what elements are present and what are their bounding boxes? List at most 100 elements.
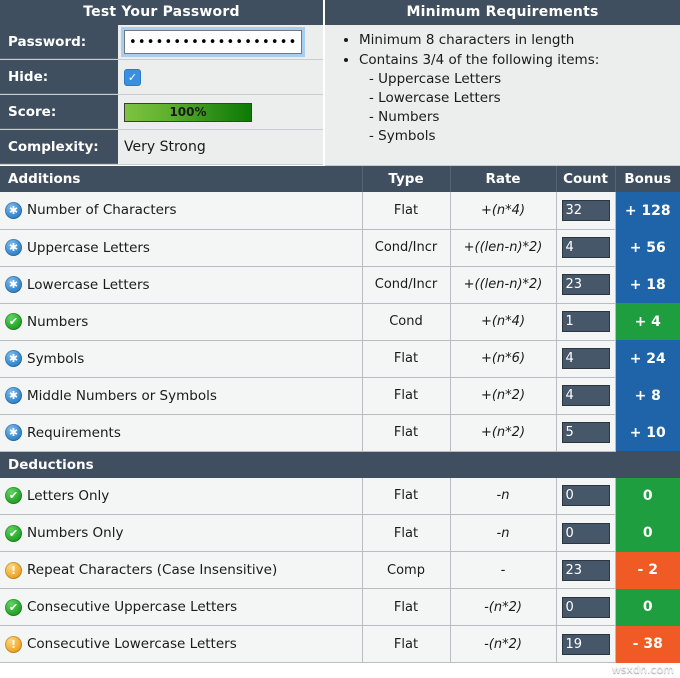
score-progress-bar: 100% (124, 103, 252, 122)
row-bonus: + 56 (615, 229, 680, 266)
row-label: Numbers Only (27, 515, 362, 552)
minimum-requirements-title: Minimum Requirements (325, 0, 680, 25)
row-label: Consecutive Lowercase Letters (27, 626, 362, 663)
row-rate: -(n*2) (450, 626, 556, 663)
password-input[interactable] (124, 30, 302, 54)
star-icon: ✱ (5, 350, 22, 367)
table-body: Additions Type Rate Count Bonus ✱ Number … (0, 166, 680, 663)
row-count-input[interactable] (562, 385, 610, 406)
row-status-cell: ✱ (0, 192, 27, 229)
test-password-title: Test Your Password (0, 0, 323, 25)
row-bonus: + 10 (615, 414, 680, 451)
requirement-item-label: Contains 3/4 of the following items: (359, 52, 599, 68)
additions-header-row: Additions Type Rate Count Bonus (0, 166, 680, 192)
row-count-cell (556, 192, 615, 229)
row-count-input[interactable] (562, 237, 610, 258)
hide-row: Hide: ✓ (0, 60, 323, 95)
row-type: Flat (362, 478, 450, 515)
check-icon-glyph: ✔ (5, 525, 22, 542)
score-value-cell: 100% (118, 95, 323, 129)
row-label: Symbols (27, 340, 362, 377)
row-count-input[interactable] (562, 597, 610, 618)
star-icon: ✱ (5, 276, 22, 293)
row-count-input[interactable] (562, 311, 610, 332)
row-rate-formula: +((len-n)*2) (464, 240, 543, 255)
row-rate: -(n*2) (450, 589, 556, 626)
row-bonus: 0 (615, 515, 680, 552)
check-icon-glyph: ✔ (5, 599, 22, 616)
check-icon: ✔ (5, 599, 22, 616)
table-row: ✱RequirementsFlat+(n*2)+ 10 (0, 414, 680, 451)
password-value-cell (118, 25, 323, 59)
row-label: Requirements (27, 414, 362, 451)
row-count-cell (556, 266, 615, 303)
row-bonus: + 8 (615, 377, 680, 414)
password-meter-app: Test Your Password Password: Hide: ✓ (0, 0, 680, 678)
check-icon: ✔ (5, 487, 22, 504)
row-rate-formula: -n (497, 526, 510, 541)
row-rate-formula: - (501, 563, 506, 578)
row-count-input[interactable] (562, 523, 610, 544)
row-label: Letters Only (27, 478, 362, 515)
star-icon: ✱ (5, 424, 22, 441)
row-type: Comp (362, 552, 450, 589)
row-rate: +((len-n)*2) (450, 229, 556, 266)
row-count-input[interactable] (562, 274, 610, 295)
row-bonus: - 38 (615, 626, 680, 663)
row-label: Uppercase Letters (27, 229, 362, 266)
row-count-input[interactable] (562, 634, 610, 655)
star-icon: ✱ (5, 202, 22, 219)
password-label: Password: (0, 25, 118, 59)
row-status-cell: ✱ (0, 377, 27, 414)
row-count-input[interactable] (562, 348, 610, 369)
row-label: Number of Characters (27, 192, 362, 229)
row-rate: -n (450, 478, 556, 515)
requirement-sub-item: - Numbers (369, 108, 680, 127)
row-status-cell: ✔ (0, 589, 27, 626)
row-count-cell (556, 229, 615, 266)
row-rate-formula: -n (497, 488, 510, 503)
row-count-input[interactable] (562, 560, 610, 581)
hide-value-cell: ✓ (118, 60, 323, 94)
row-count-input[interactable] (562, 422, 610, 443)
row-type: Cond (362, 303, 450, 340)
complexity-row: Complexity: Very Strong (0, 130, 323, 165)
table-row: !Repeat Characters (Case Insensitive)Com… (0, 552, 680, 589)
star-icon-glyph: ✱ (5, 239, 22, 256)
hide-label: Hide: (0, 60, 118, 94)
warn-icon: ! (5, 562, 22, 579)
row-bonus: + 4 (615, 303, 680, 340)
score-breakdown-table: Additions Type Rate Count Bonus ✱ Number … (0, 166, 680, 663)
star-icon-glyph: ✱ (5, 424, 22, 441)
star-icon-glyph: ✱ (5, 276, 22, 293)
row-label: Consecutive Uppercase Letters (27, 589, 362, 626)
row-type: Flat (362, 340, 450, 377)
row-count-input[interactable] (562, 485, 610, 506)
deductions-header-spacer (556, 451, 615, 478)
table-row: ✱ SymbolsFlat +(n*6) + 24 (0, 340, 680, 377)
row-status-cell: ✔ (0, 303, 27, 340)
row-status-cell: ! (0, 626, 27, 663)
additions-title: Additions (0, 166, 362, 192)
complexity-value: Very Strong (124, 139, 206, 155)
star-icon-glyph: ✱ (5, 202, 22, 219)
row-bonus: + 24 (615, 340, 680, 377)
check-icon-glyph: ✔ (5, 487, 22, 504)
row-bonus: 0 (615, 478, 680, 515)
row-type: Flat (362, 377, 450, 414)
row-bonus: - 2 (615, 552, 680, 589)
row-type: Flat (362, 192, 450, 229)
row-count-input[interactable] (562, 200, 610, 221)
score-label: Score: (0, 95, 118, 129)
hide-checkbox[interactable]: ✓ (124, 69, 141, 86)
table-row: ✔NumbersCond+(n*4)+ 4 (0, 303, 680, 340)
row-count-cell (556, 377, 615, 414)
table-row: ✱Number of CharactersFlat+(n*4)+ 128 (0, 192, 680, 229)
row-bonus: 0 (615, 589, 680, 626)
row-rate-formula: +(n*6) (481, 351, 525, 366)
password-input-wrapper (124, 30, 302, 54)
row-rate-formula: +(n*2) (481, 425, 525, 440)
row-status-cell: ✱ (0, 340, 27, 377)
row-rate-formula: +(n*4) (481, 203, 525, 218)
row-rate-formula: -(n*2) (484, 600, 522, 615)
